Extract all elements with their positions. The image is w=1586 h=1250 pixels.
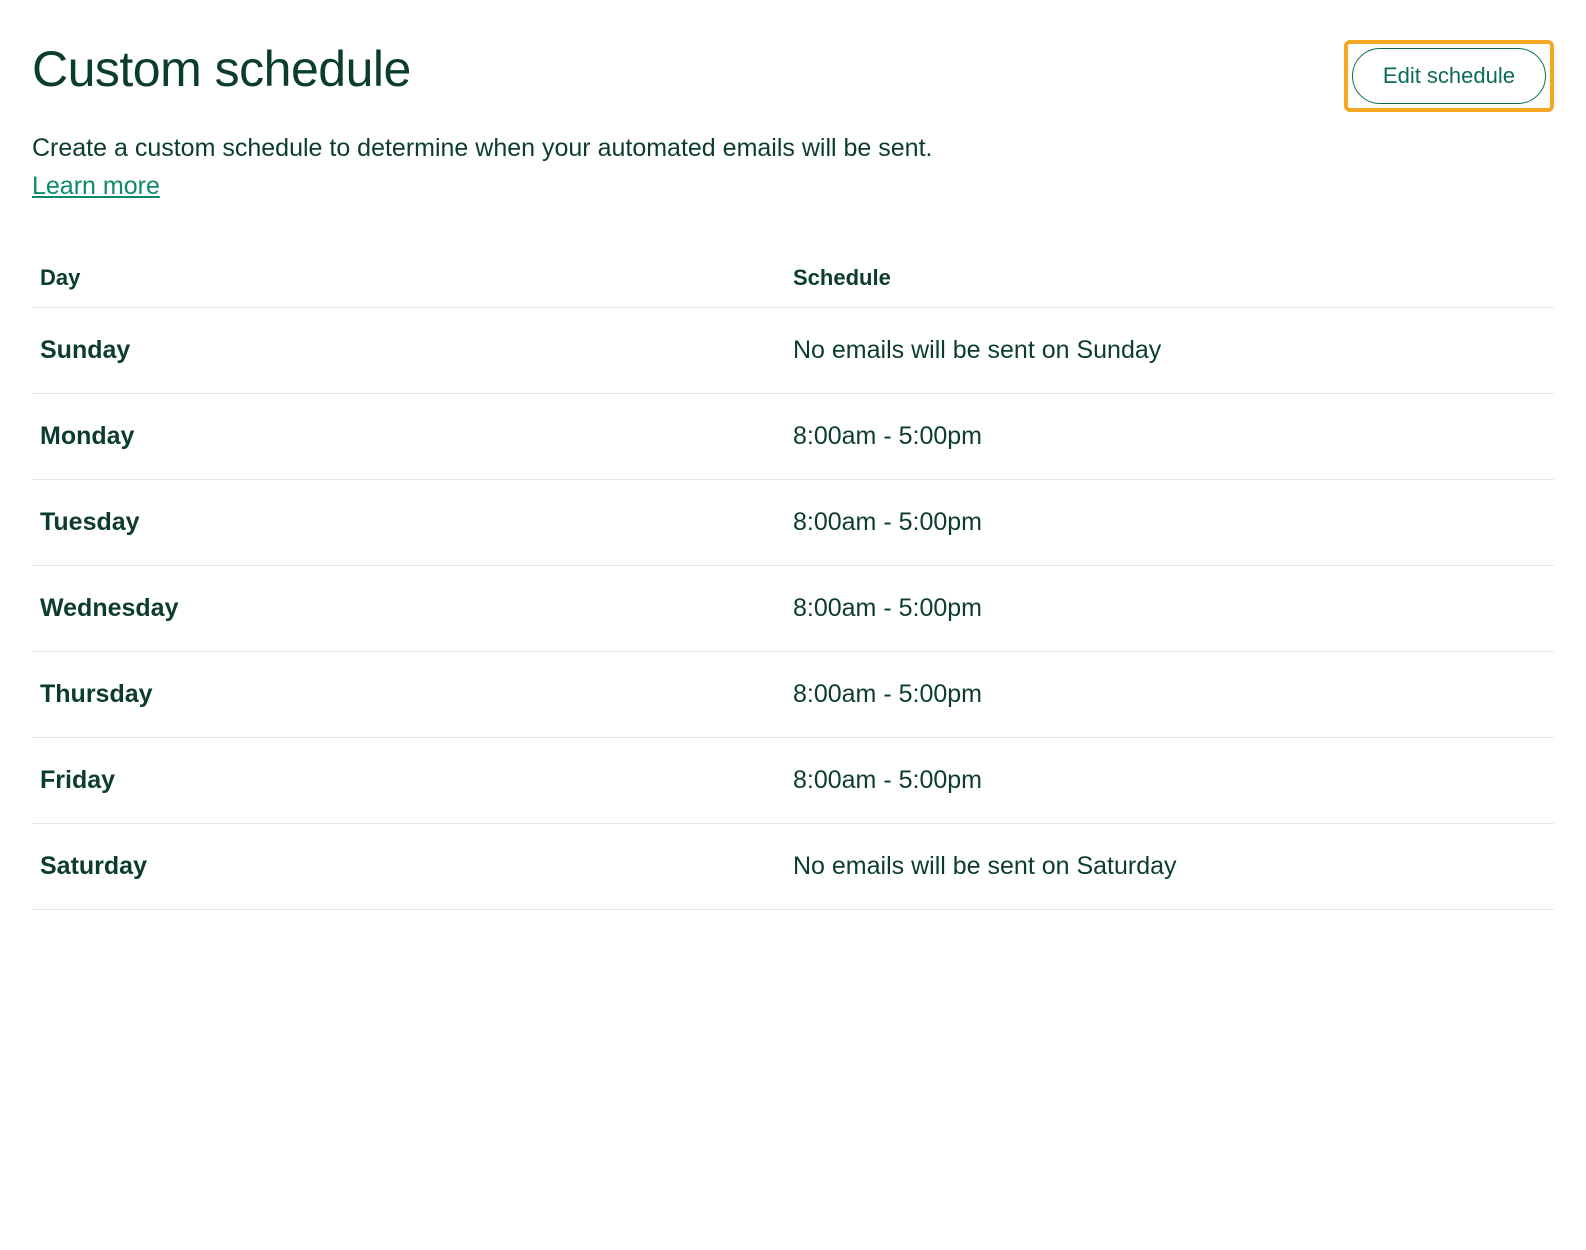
table-row: Thursday 8:00am - 5:00pm [32, 652, 1554, 738]
schedule-cell: 8:00am - 5:00pm [793, 594, 1546, 623]
table-row: Wednesday 8:00am - 5:00pm [32, 566, 1554, 652]
edit-button-highlight: Edit schedule [1344, 40, 1554, 112]
day-cell: Monday [40, 422, 793, 451]
schedule-cell: No emails will be sent on Sunday [793, 336, 1546, 365]
table-row: Monday 8:00am - 5:00pm [32, 394, 1554, 480]
table-row: Sunday No emails will be sent on Sunday [32, 308, 1554, 394]
table-header-schedule: Schedule [793, 265, 1546, 291]
day-cell: Thursday [40, 680, 793, 709]
table-row: Tuesday 8:00am - 5:00pm [32, 480, 1554, 566]
day-cell: Wednesday [40, 594, 793, 623]
table-row: Friday 8:00am - 5:00pm [32, 738, 1554, 824]
page-description: Create a custom schedule to determine wh… [32, 130, 1554, 168]
schedule-table: Day Schedule Sunday No emails will be se… [32, 249, 1554, 910]
day-cell: Friday [40, 766, 793, 795]
header-row: Custom schedule Edit schedule [32, 40, 1554, 112]
learn-more-link[interactable]: Learn more [32, 172, 160, 201]
table-row: Saturday No emails will be sent on Satur… [32, 824, 1554, 910]
day-cell: Saturday [40, 852, 793, 881]
day-cell: Sunday [40, 336, 793, 365]
schedule-cell: No emails will be sent on Saturday [793, 852, 1546, 881]
schedule-cell: 8:00am - 5:00pm [793, 508, 1546, 537]
day-cell: Tuesday [40, 508, 793, 537]
table-header-row: Day Schedule [32, 249, 1554, 308]
schedule-cell: 8:00am - 5:00pm [793, 680, 1546, 709]
page-title: Custom schedule [32, 40, 411, 98]
table-header-day: Day [40, 265, 793, 291]
schedule-cell: 8:00am - 5:00pm [793, 422, 1546, 451]
edit-schedule-button[interactable]: Edit schedule [1352, 48, 1546, 104]
schedule-cell: 8:00am - 5:00pm [793, 766, 1546, 795]
